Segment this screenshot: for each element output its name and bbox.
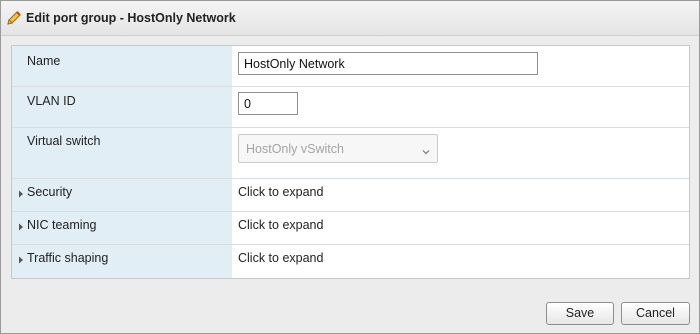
virtual-switch-select[interactable]: HostOnly vSwitch [238,134,438,163]
vswitch-label: Virtual switch [27,134,101,148]
name-row: Name [12,46,689,87]
name-input[interactable] [238,52,538,75]
name-label: Name [27,54,61,68]
caret-right-icon [18,253,24,264]
settings-table: Name VLAN ID Virtual switch HostOnly vSw… [11,45,690,279]
security-label: Security [27,185,73,199]
vlan-value-cell [232,87,689,127]
security-label-cell: Security [12,179,232,211]
nic-teaming-expand-link[interactable]: Click to expand [238,218,323,232]
nic-teaming-label-cell: NIC teaming [12,212,232,244]
vswitch-row: Virtual switch HostOnly vSwitch [12,128,689,179]
traffic-shaping-row[interactable]: Traffic shaping Click to expand [12,245,689,278]
caret-right-icon [18,220,24,231]
name-label-cell: Name [12,46,232,86]
cancel-button[interactable]: Cancel [621,302,690,325]
vswitch-label-cell: Virtual switch [12,128,232,178]
traffic-shaping-label-cell: Traffic shaping [12,245,232,278]
nic-teaming-value-cell: Click to expand [232,212,689,244]
traffic-shaping-label: Traffic shaping [27,251,109,265]
nic-teaming-row[interactable]: NIC teaming Click to expand [12,212,689,245]
vlan-id-input[interactable] [238,92,298,115]
vlan-row: VLAN ID [12,87,689,128]
security-value-cell: Click to expand [232,179,689,211]
dialog-title: Edit port group - HostOnly Network [26,11,236,25]
caret-right-icon [18,187,24,198]
dialog-titlebar: Edit port group - HostOnly Network [1,1,699,36]
chevron-down-icon [422,145,430,155]
save-button[interactable]: Save [546,302,614,325]
virtual-switch-select-value: HostOnly vSwitch [246,142,344,156]
pencil-icon [6,10,22,26]
security-expand-link[interactable]: Click to expand [238,185,323,199]
name-value-cell [232,46,689,86]
edit-port-group-dialog: Edit port group - HostOnly Network Name … [0,0,700,334]
vlan-label: VLAN ID [27,94,76,108]
security-row[interactable]: Security Click to expand [12,179,689,212]
traffic-shaping-expand-link[interactable]: Click to expand [238,251,323,265]
traffic-shaping-value-cell: Click to expand [232,245,689,278]
vswitch-value-cell: HostOnly vSwitch [232,128,689,178]
nic-teaming-label: NIC teaming [27,218,97,232]
vlan-label-cell: VLAN ID [12,87,232,127]
